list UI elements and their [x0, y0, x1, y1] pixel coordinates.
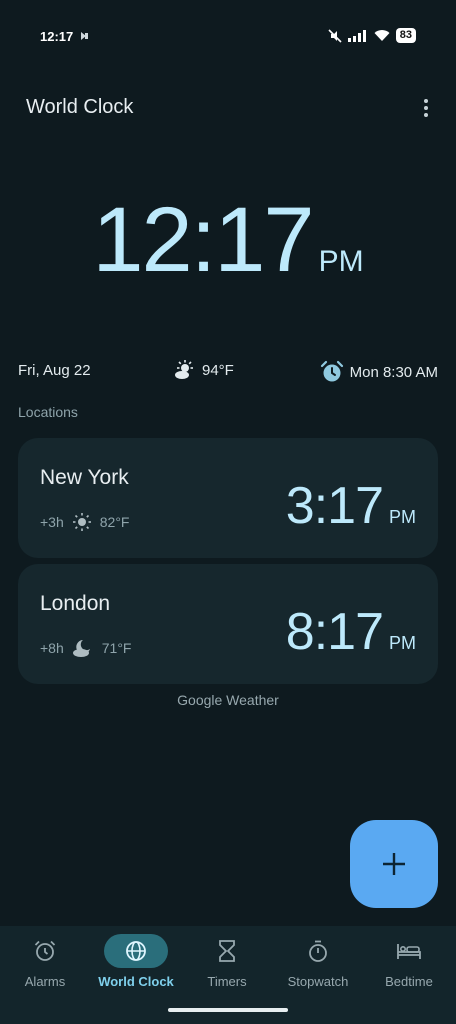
nav-bedtime[interactable]: Bedtime	[364, 934, 454, 989]
plus-icon	[383, 853, 405, 875]
current-time-ampm: PM	[318, 245, 364, 278]
location-city: London	[40, 592, 111, 615]
sun-icon	[72, 513, 91, 531]
signal-icon	[347, 29, 366, 42]
hourglass-icon	[219, 940, 235, 962]
next-alarm-text: Mon 8:30 AM	[349, 363, 438, 381]
location-time-ampm: PM	[389, 507, 416, 527]
notification-icon	[81, 32, 88, 40]
location-offset: +8h	[40, 640, 64, 656]
weather-attribution[interactable]: Google Weather	[0, 692, 456, 708]
location-offset: +3h	[40, 514, 64, 530]
location-temp: 71°F	[101, 640, 132, 656]
location-card-new-york[interactable]: New York +3h 82°F 3:17 PM	[18, 438, 438, 558]
battery-icon: 83	[395, 28, 416, 43]
location-time: 8:17 PM	[286, 602, 416, 662]
stopwatch-icon	[309, 940, 327, 962]
location-time-value: 8:17	[285, 603, 384, 661]
home-indicator[interactable]	[168, 1008, 288, 1012]
partly-sunny-icon	[175, 360, 193, 379]
globe-icon	[126, 941, 146, 961]
alarm-icon	[320, 360, 343, 382]
current-weather[interactable]: 94°F	[174, 360, 234, 380]
current-date: Fri, Aug 22	[18, 362, 91, 379]
location-temp: 82°F	[99, 514, 130, 530]
nav-label: Alarms	[24, 974, 66, 989]
current-time: 12:17 PM	[0, 188, 456, 293]
status-time: 12:17	[40, 29, 74, 44]
location-meta: +8h 71°F	[40, 638, 131, 658]
alarm-icon	[34, 940, 56, 961]
nav-label: Stopwatch	[287, 974, 349, 989]
location-city: New York	[40, 466, 129, 489]
nav-world-clock[interactable]: World Clock	[91, 934, 181, 989]
moon-cloud-icon	[72, 640, 90, 657]
more-options-button[interactable]	[414, 96, 438, 120]
mute-icon	[328, 28, 342, 43]
nav-alarms[interactable]: Alarms	[0, 934, 90, 989]
bed-icon	[397, 944, 421, 959]
more-vert-icon	[424, 99, 428, 103]
nav-stopwatch[interactable]: Stopwatch	[273, 934, 363, 989]
current-weather-temp: 94°F	[202, 361, 234, 379]
nav-label: Bedtime	[385, 974, 433, 989]
location-time-ampm: PM	[389, 633, 416, 653]
locations-label: Locations	[18, 404, 78, 420]
location-time-value: 3:17	[285, 477, 384, 535]
next-alarm[interactable]: Mon 8:30 AM	[320, 360, 438, 384]
info-row: Fri, Aug 22 94°F Mon 8:30 AM	[18, 360, 438, 384]
location-card-london[interactable]: London +8h 71°F 8:17 PM	[18, 564, 438, 684]
nav-label: World Clock	[98, 974, 174, 989]
add-city-button[interactable]	[350, 820, 438, 908]
page-title: World Clock	[26, 96, 134, 118]
location-meta: +3h 82°F	[40, 512, 129, 532]
current-time-value: 12:17	[92, 189, 314, 291]
nav-timers[interactable]: Timers	[182, 934, 272, 989]
nav-label: Timers	[207, 974, 247, 989]
location-time: 3:17 PM	[286, 476, 416, 536]
status-bar: 12:17 83	[0, 0, 456, 72]
wifi-icon	[374, 30, 390, 41]
